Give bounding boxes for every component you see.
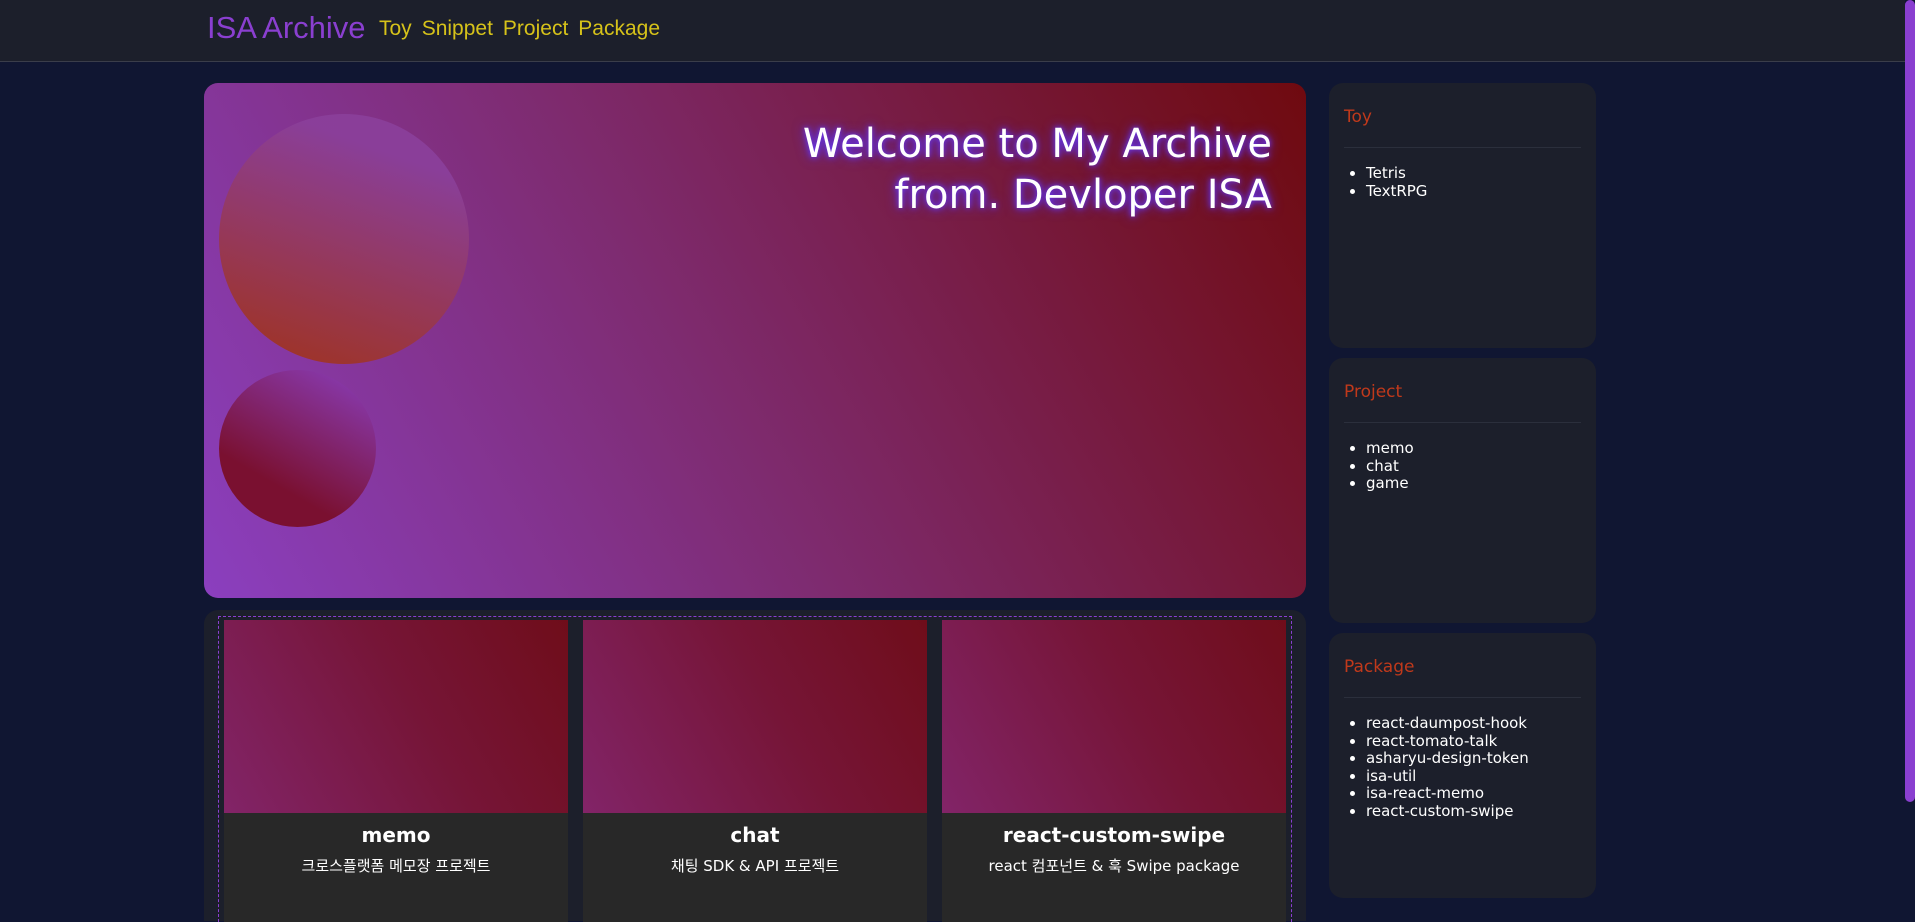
card-title: react-custom-swipe [1002,823,1226,847]
card-thumbnail [583,620,927,813]
hero-circle-large [219,114,469,364]
sidebar-section-title: Project [1344,382,1403,402]
sidebar-section-package: Package react-daumpost-hook react-tomato… [1329,633,1596,898]
divider [1344,697,1581,698]
card-thumbnail [942,620,1286,813]
nav-item-project[interactable]: Project [503,17,568,41]
sidebar-item-react-tomato-talk[interactable]: react-tomato-talk [1366,732,1529,751]
sidebar-section-toy: Toy Tetris TextRPG [1329,83,1596,348]
divider [1344,147,1581,148]
sidebar-item-textrpg[interactable]: TextRPG [1366,182,1427,201]
sidebar-list: react-daumpost-hook react-tomato-talk as… [1344,714,1529,821]
sidebar-item-chat[interactable]: chat [1366,457,1414,476]
sidebar-list: memo chat game [1344,439,1414,493]
sidebar-list: Tetris TextRPG [1344,164,1427,201]
brand-logo[interactable]: ISA Archive [207,10,366,46]
project-cards-panel: memo 크로스플랫폼 메모장 프로젝트 chat 채팅 SDK & API 프… [204,610,1306,922]
hero-circle-small [219,370,376,527]
sidebar-item-tetris[interactable]: Tetris [1366,164,1427,183]
sidebar-item-isa-react-memo[interactable]: isa-react-memo [1366,784,1529,803]
sidebar-item-memo[interactable]: memo [1366,439,1414,458]
nav-item-snippet[interactable]: Snippet [422,17,493,41]
project-card-chat[interactable]: chat 채팅 SDK & API 프로젝트 [583,620,927,922]
sidebar-item-game[interactable]: game [1366,474,1414,493]
sidebar-section-title: Package [1344,657,1415,677]
project-card-react-custom-swipe[interactable]: react-custom-swipe react 컴포넌트 & 훅 Swipe … [942,620,1286,922]
sidebar-section-project: Project memo chat game [1329,358,1596,623]
hero-title-line-2: from. Devloper ISA [894,172,1272,218]
card-description: react 컴포넌트 & 훅 Swipe package [988,857,1240,875]
project-cards-list: memo 크로스플랫폼 메모장 프로젝트 chat 채팅 SDK & API 프… [218,616,1292,922]
sidebar-item-react-custom-swipe[interactable]: react-custom-swipe [1366,802,1529,821]
sidebar-item-asharyu-design-token[interactable]: asharyu-design-token [1366,749,1529,768]
divider [1344,422,1581,423]
card-title: chat [730,823,780,847]
nav-item-toy[interactable]: Toy [379,17,412,41]
project-card-memo[interactable]: memo 크로스플랫폼 메모장 프로젝트 [224,620,568,922]
sidebar-item-react-daumpost-hook[interactable]: react-daumpost-hook [1366,714,1529,733]
sidebar-section-title: Toy [1344,107,1372,127]
hero-title: Welcome to My Archive from. Devloper ISA [803,119,1272,221]
main-nav: Toy Snippet Project Package [379,17,660,41]
card-thumbnail [224,620,568,813]
hero-banner: Welcome to My Archive from. Devloper ISA [204,83,1306,598]
hero-title-line-1: Welcome to My Archive [802,121,1272,167]
top-navbar: ISA Archive Toy Snippet Project Package [0,0,1905,62]
card-description: 크로스플랫폼 메모장 프로젝트 [301,857,491,875]
scrollbar-thumb[interactable] [1905,0,1915,802]
scrollbar-track[interactable] [1905,0,1915,921]
card-description: 채팅 SDK & API 프로젝트 [670,857,840,875]
card-title: memo [361,823,431,847]
nav-item-package[interactable]: Package [578,17,660,41]
sidebar-item-isa-util[interactable]: isa-util [1366,767,1529,786]
